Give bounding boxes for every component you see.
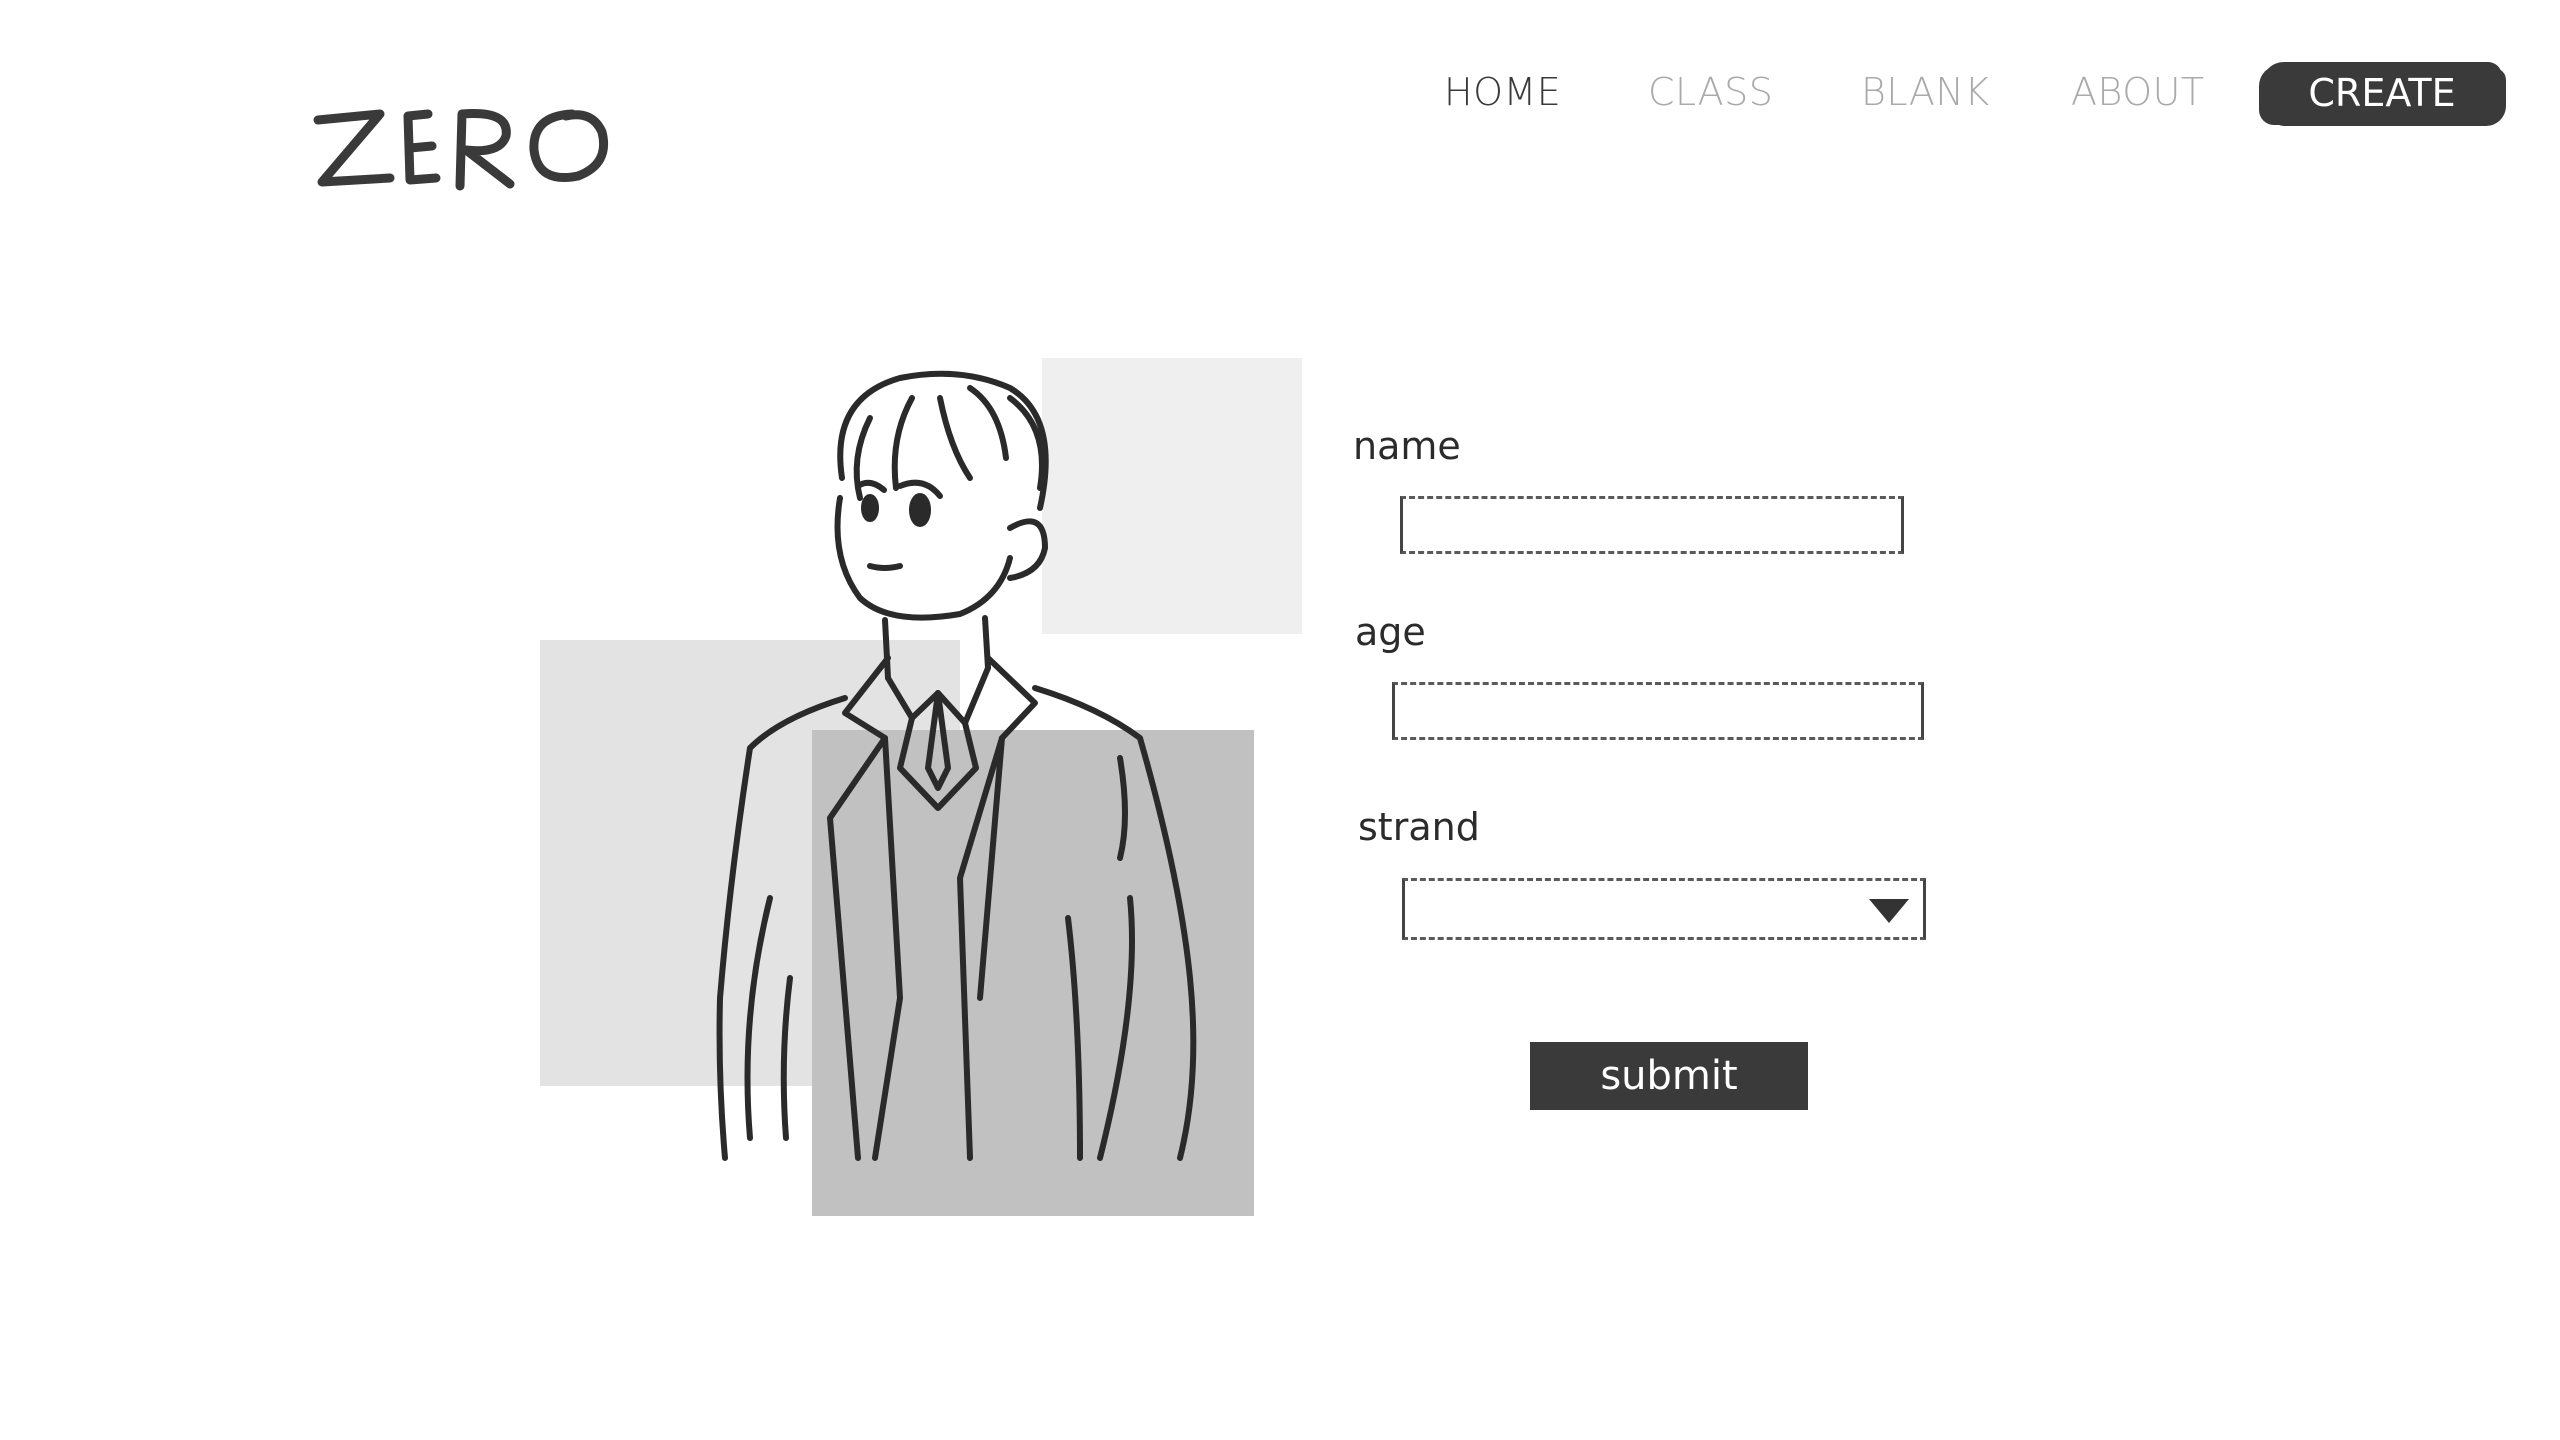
strand-select[interactable] xyxy=(1402,878,1926,940)
student-drawing xyxy=(540,358,1302,1216)
nav-about[interactable]: ABOUT xyxy=(2071,70,2205,114)
age-field[interactable] xyxy=(1392,682,1924,740)
name-label: name xyxy=(1353,424,1461,468)
nav-blank[interactable]: BLANK xyxy=(1861,70,1990,114)
age-label: age xyxy=(1355,610,1426,654)
create-button[interactable]: CREATE xyxy=(2262,62,2502,124)
name-input[interactable] xyxy=(1403,499,1901,551)
top-nav: HOME CLASS BLANK ABOUT CREATE xyxy=(0,62,2560,132)
age-input[interactable] xyxy=(1395,685,1921,737)
submit-button[interactable]: submit xyxy=(1530,1042,1808,1110)
nav-home[interactable]: HOME xyxy=(1444,70,1561,114)
strand-label: strand xyxy=(1358,805,1480,849)
character-illustration xyxy=(540,358,1320,1218)
bg-block-light xyxy=(1042,358,1302,634)
nav-class[interactable]: CLASS xyxy=(1648,70,1773,114)
chevron-down-icon[interactable] xyxy=(1869,899,1909,923)
name-field[interactable] xyxy=(1400,496,1904,554)
